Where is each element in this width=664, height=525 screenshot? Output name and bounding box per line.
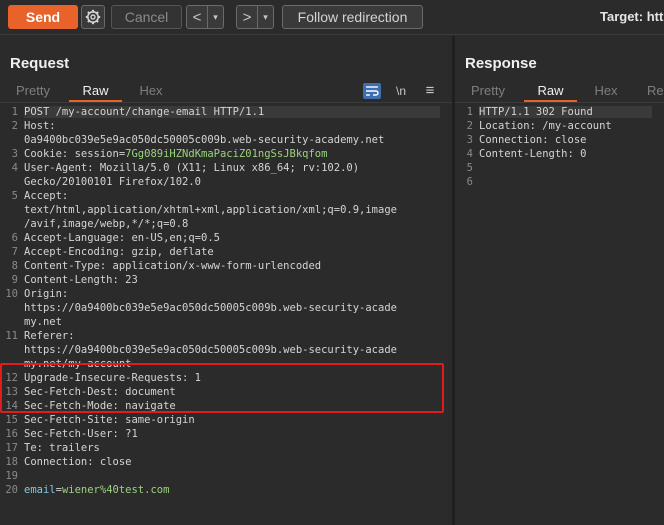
line-number: 4 (466, 148, 473, 160)
target-label[interactable]: Target: htt (600, 9, 663, 24)
forward-button[interactable]: > (237, 6, 257, 28)
code-line: Host: (24, 120, 56, 132)
tab-raw[interactable]: Raw (524, 82, 577, 102)
cookie-header-name: Cookie: (24, 148, 75, 160)
line-number: 3 (466, 134, 473, 146)
back-nav-group: < ▾ (186, 5, 224, 29)
response-tabs: Pretty Raw Hex Re (455, 82, 664, 102)
code-line: Connection: close (479, 134, 587, 146)
code-line: Content-Length: 0 (479, 148, 587, 160)
back-button[interactable]: < (187, 6, 207, 28)
cancel-button[interactable]: Cancel (111, 5, 182, 29)
word-wrap-button[interactable] (363, 83, 381, 99)
tab-hex[interactable]: Hex (133, 82, 169, 102)
code-line: User-Agent: Mozilla/5.0 (X11; Linux x86_… (24, 162, 360, 174)
line-number: 4 (11, 162, 18, 174)
code-line: Sec-Fetch-Site: same-origin (24, 414, 195, 426)
tab-separator (0, 102, 452, 103)
forward-dropdown-button[interactable]: ▾ (257, 6, 273, 28)
settings-button[interactable] (81, 5, 105, 29)
show-newlines-button[interactable]: \n (392, 83, 410, 99)
body-param-name: email (24, 484, 56, 496)
tab-hex[interactable]: Hex (588, 82, 624, 102)
code-line: Referer: (24, 330, 75, 342)
response-title: Response (465, 55, 537, 72)
code-line: Accept-Encoding: gzip, deflate (24, 246, 214, 258)
line-number: 16 (5, 428, 18, 440)
body-param-value: wiener%40test.com (61, 484, 170, 496)
line-number: 1 (466, 106, 473, 118)
menu-icon[interactable]: ≡ (421, 83, 439, 99)
request-panel: Request Pretty Raw Hex \n ≡ 1 POST /my-ac… (0, 36, 452, 525)
line-number: 17 (5, 442, 18, 454)
tab-render[interactable]: Re (647, 82, 664, 102)
cookie-value: 7Gg089iHZNdKmaPaciZ01ngSsJBkqfom (125, 148, 328, 160)
code-line: 0a9400bc039e5e9ac050dc50005c009b.web-sec… (24, 134, 385, 146)
wrap-lines-icon (366, 86, 379, 96)
gear-icon (85, 9, 101, 25)
line-number: 5 (11, 190, 18, 202)
tab-separator (455, 102, 664, 103)
cookie-name: session= (74, 148, 126, 160)
line-number: 10 (5, 288, 18, 300)
line-number: 18 (5, 456, 18, 468)
line-number: 7 (11, 246, 18, 258)
line-number: 15 (5, 414, 18, 426)
code-line: Content-Length: 23 (24, 274, 138, 286)
code-line: my.net (24, 316, 62, 328)
line-number: 8 (11, 260, 18, 272)
follow-redirection-button[interactable]: Follow redirection (282, 5, 423, 29)
code-line: Te: trailers (24, 442, 100, 454)
line-number: 9 (11, 274, 18, 286)
code-line: Connection: close (24, 456, 132, 468)
line-number: 6 (11, 232, 18, 244)
code-line: Content-Type: application/x-www-form-url… (24, 260, 322, 272)
line-number: 5 (466, 162, 473, 174)
line-number: 11 (5, 330, 18, 342)
response-panel: Response Pretty Raw Hex Re 1 HTTP/1.1 302… (455, 36, 664, 525)
code-line: HTTP/1.1 302 Found (479, 106, 652, 118)
code-line: /avif,image/webp,*/*;q=0.8 (24, 218, 189, 230)
code-line: text/html,application/xhtml+xml,applicat… (24, 204, 397, 216)
tab-pretty[interactable]: Pretty (13, 82, 53, 102)
code-line: Accept: (24, 190, 69, 202)
line-number: 1 (11, 106, 18, 118)
code-line: Cookie: session=7Gg089iHZNdKmaPaciZ01ngS… (24, 148, 327, 160)
line-number: 2 (466, 120, 473, 132)
line-number: 2 (11, 120, 18, 132)
send-button[interactable]: Send (8, 5, 78, 29)
code-line: Gecko/20100101 Firefox/102.0 (24, 176, 202, 188)
code-line: Sec-Fetch-User: ?1 (24, 428, 138, 440)
request-title: Request (10, 55, 70, 72)
line-number: 19 (5, 470, 18, 482)
code-line: email=wiener%40test.com (24, 484, 169, 496)
tab-pretty[interactable]: Pretty (468, 82, 508, 102)
back-dropdown-button[interactable]: ▾ (207, 6, 223, 28)
request-tabs: Pretty Raw Hex (0, 82, 452, 102)
referer-highlight-box (0, 363, 444, 413)
code-line: https://0a9400bc039e5e9ac050dc50005c009b… (24, 344, 397, 356)
code-line: Location: /my-account (479, 120, 612, 132)
code-line: Origin: (24, 288, 69, 300)
code-line: https://0a9400bc039e5e9ac050dc50005c009b… (24, 302, 397, 314)
forward-nav-group: > ▾ (236, 5, 274, 29)
tab-raw[interactable]: Raw (69, 82, 122, 102)
line-number: 20 (5, 484, 18, 496)
line-number: 3 (11, 148, 18, 160)
code-line: Accept-Language: en-US,en;q=0.5 (24, 232, 220, 244)
toolbar: Send Cancel < ▾ > ▾ Follow redirection T… (0, 0, 664, 35)
line-number: 6 (466, 176, 473, 188)
code-line: POST /my-account/change-email HTTP/1.1 (24, 106, 440, 118)
